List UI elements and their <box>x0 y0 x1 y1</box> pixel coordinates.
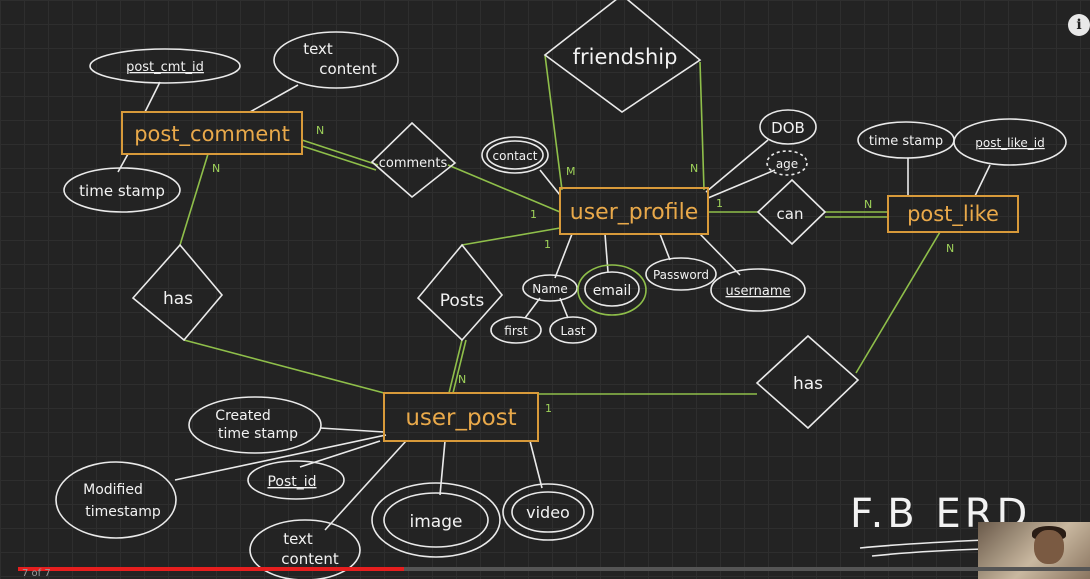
cardinality-up-n: N <box>690 162 698 175</box>
entity-post-comment-label: post_comment <box>134 122 290 147</box>
attr-contact: contact <box>481 136 549 174</box>
email-label: email <box>593 283 632 299</box>
password-label: Password <box>653 268 709 282</box>
has-right-label: has <box>793 374 823 394</box>
attr-dob: DOB <box>759 109 817 145</box>
contact-label: contact <box>493 149 538 163</box>
relationship-comments: comments <box>370 121 457 199</box>
attribute-lines <box>117 81 991 531</box>
modified-line2: timestamp <box>85 504 161 520</box>
video-label: video <box>526 503 570 522</box>
can-label: can <box>777 205 804 223</box>
attr-post-id: Post_id <box>247 460 345 500</box>
post-cmt-id-label: post_cmt_id <box>126 60 204 75</box>
cardinality-up-1-right: 1 <box>716 197 723 210</box>
text-content-comment-line1: text <box>303 40 333 58</box>
attr-video: video <box>502 483 594 541</box>
attr-modified-timestamp: Modified timestamp <box>55 461 177 539</box>
dob-label: DOB <box>771 119 805 137</box>
entity-post-like: post_like <box>887 195 1019 233</box>
attr-password: Password <box>645 257 717 291</box>
time-stamp-like-label: time stamp <box>869 134 943 149</box>
text-content-post-line2: content <box>281 550 339 568</box>
cardinality-pc-n-right: N <box>316 124 324 137</box>
whiteboard-canvas: post_comment user_profile post_like user… <box>0 0 1090 579</box>
has-left-label: has <box>163 289 193 309</box>
relationship-can: can <box>756 178 827 246</box>
cardinality-pl-n-left: N <box>864 198 872 211</box>
relationship-has-right: has <box>755 334 860 430</box>
created-line1: Created <box>215 408 270 424</box>
post-id-label: Post_id <box>267 474 316 490</box>
username-label: username <box>726 284 791 299</box>
cardinality-up-1-down: 1 <box>544 238 551 251</box>
cardinality-post-n: N <box>458 373 466 386</box>
modified-line1: Modified <box>83 482 143 498</box>
posts-label: Posts <box>440 291 485 311</box>
erd-diagram: post_comment user_profile post_like user… <box>55 0 1067 579</box>
attr-last: Last <box>549 316 597 344</box>
text-content-comment-line2: content <box>319 60 377 78</box>
entity-post-comment: post_comment <box>121 111 303 155</box>
attr-post-like-id: post_like_id <box>953 118 1067 166</box>
attr-first: first <box>490 316 542 344</box>
cardinality-up-1-left: 1 <box>530 208 537 221</box>
image-label: image <box>410 512 463 532</box>
friendship-label: friendship <box>573 45 678 69</box>
created-line2: time stamp <box>218 426 298 442</box>
info-icon[interactable]: i <box>1068 14 1090 36</box>
attr-name: Name <box>522 274 578 302</box>
chapter-indicator: 7 of 7 <box>22 568 51 579</box>
cardinality-pc-n-down: N <box>212 162 220 175</box>
first-label: first <box>504 324 528 338</box>
entity-user-post-label: user_post <box>405 405 516 431</box>
entity-post-like-label: post_like <box>907 202 999 227</box>
last-label: Last <box>561 324 586 338</box>
attr-time-stamp-like: time stamp <box>857 121 955 159</box>
attr-image: image <box>371 482 501 558</box>
age-label: age <box>776 157 798 171</box>
relationship-has-left: has <box>131 243 224 342</box>
attr-post-cmt-id: post_cmt_id <box>89 48 241 84</box>
name-label: Name <box>532 282 567 296</box>
text-content-post-line1: text <box>283 530 313 548</box>
cardinality-pl-n-down: N <box>946 242 954 255</box>
attr-email: email <box>577 264 647 316</box>
time-stamp-comment-label: time stamp <box>79 182 165 200</box>
entity-user-post: user_post <box>383 392 539 442</box>
video-progress-fill <box>18 567 404 571</box>
relationship-friendship: friendship <box>543 0 702 113</box>
cardinality-post-1: 1 <box>545 402 552 415</box>
comments-label: comments <box>379 156 448 171</box>
attr-created-timestamp: Created time stamp <box>188 396 322 454</box>
entity-user-profile: user_profile <box>559 187 709 235</box>
cardinality-labels: N N M N 1 1 1 N N N 1 <box>212 124 954 415</box>
cardinality-up-m: M <box>566 165 576 178</box>
relationship-posts: Posts <box>416 243 504 342</box>
attr-username: username <box>710 268 806 312</box>
entity-user-profile-label: user_profile <box>570 200 698 225</box>
video-progress-bar[interactable] <box>18 567 1090 571</box>
attr-text-content-comment: text content <box>273 31 399 89</box>
post-like-id-label: post_like_id <box>975 136 1044 150</box>
presenter-face <box>1034 530 1064 564</box>
attr-time-stamp-comment: time stamp <box>63 167 181 213</box>
